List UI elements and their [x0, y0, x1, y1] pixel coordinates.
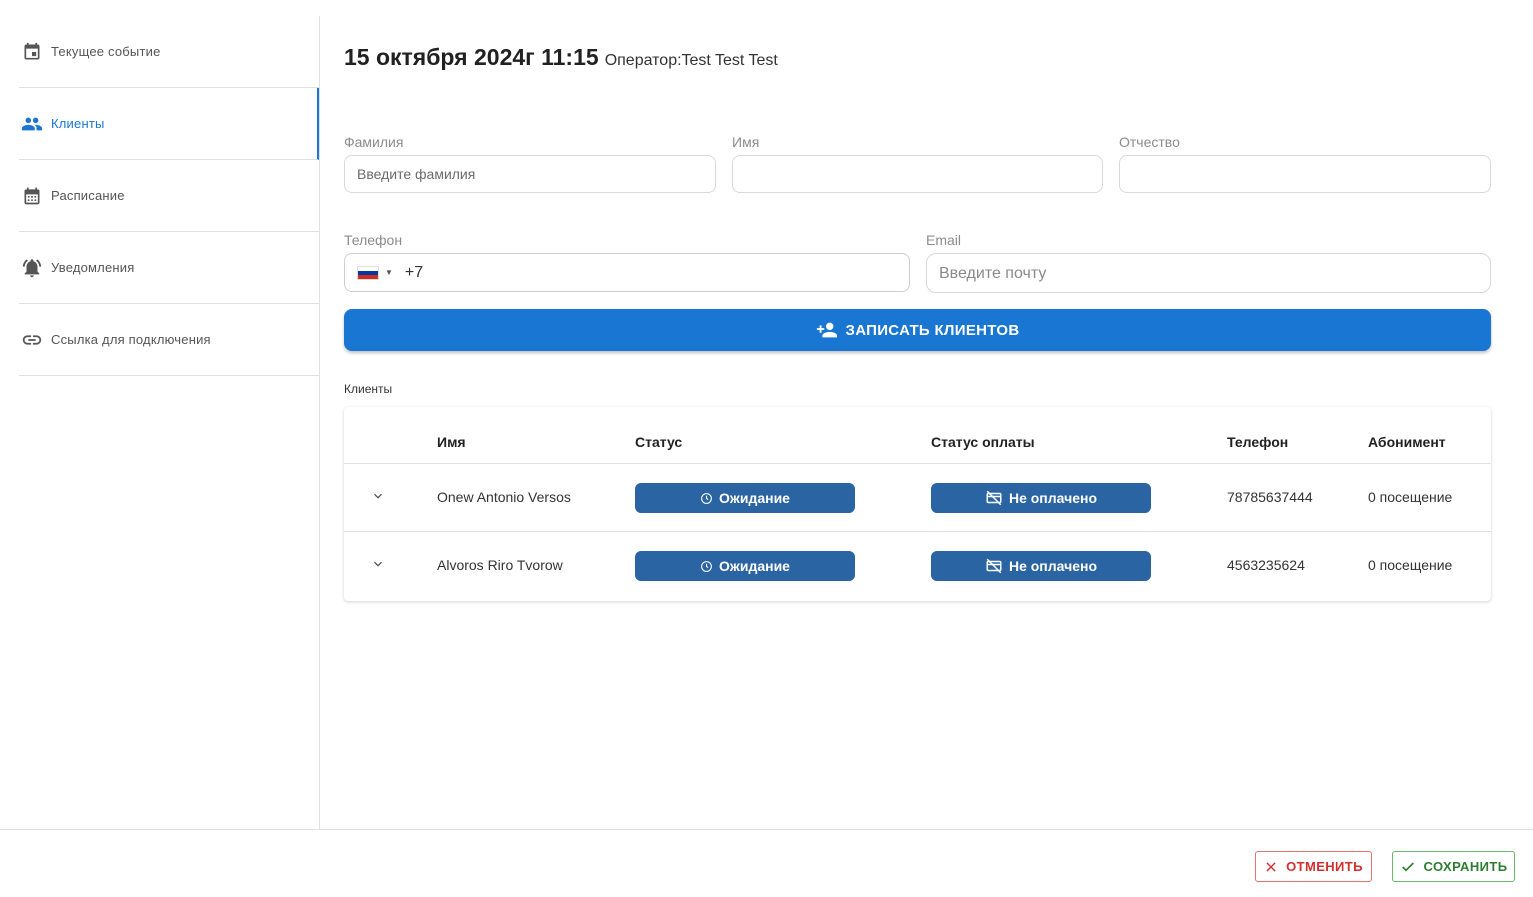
column-header-name: Имя — [437, 434, 466, 450]
client-name: Alvoros Riro Tvorow — [437, 557, 563, 573]
payment-status-badge[interactable]: Не оплачено — [931, 483, 1151, 513]
chevron-down-icon[interactable] — [368, 554, 388, 574]
sidebar-item-schedule[interactable]: Расписание — [19, 160, 319, 232]
sidebar-item-clients[interactable]: Клиенты — [19, 88, 319, 160]
column-header-status: Статус — [635, 434, 683, 450]
column-header-payment-status: Статус оплаты — [931, 434, 1035, 450]
sidebar-item-label: Текущее событие — [51, 44, 161, 59]
last-name-label: Фамилия — [344, 134, 404, 150]
cancel-button[interactable]: ОТМЕНИТЬ — [1255, 851, 1372, 882]
email-input[interactable] — [926, 253, 1491, 293]
save-label: СОХРАНИТЬ — [1423, 859, 1508, 874]
footer-bar: ОТМЕНИТЬ СОХРАНИТЬ — [0, 829, 1533, 897]
sidebar-item-label: Уведомления — [51, 260, 135, 275]
payment-status-label: Не оплачено — [1008, 490, 1098, 506]
register-clients-button[interactable]: ЗАПИСАТЬ КЛИЕНТОВ — [344, 309, 1491, 351]
middle-name-label: Отчество — [1119, 134, 1180, 150]
people-icon — [20, 112, 44, 136]
sidebar-item-current-event[interactable]: Текущее событие — [19, 16, 319, 88]
status-label: Ожидание — [719, 558, 790, 574]
chevron-down-icon[interactable] — [368, 486, 388, 506]
caret-down-icon[interactable]: ▼ — [385, 268, 393, 277]
sidebar: Текущее событие Клиенты Расписание Уведо… — [0, 16, 320, 829]
sidebar-item-label: Клиенты — [51, 116, 105, 131]
close-icon — [1264, 860, 1278, 874]
clock-icon — [700, 560, 713, 573]
event-datetime: 15 октября 2024г 11:15 — [344, 44, 599, 70]
client-subscription: 0 посещение — [1368, 489, 1453, 505]
link-icon — [20, 328, 44, 352]
save-button[interactable]: СОХРАНИТЬ — [1392, 851, 1515, 882]
client-name: Onew Antonio Versos — [437, 489, 571, 505]
phone-input[interactable]: ▼ +7 — [344, 253, 910, 292]
calendar-month-icon — [20, 184, 44, 208]
payment-status-badge[interactable]: Не оплачено — [931, 551, 1151, 581]
bell-alert-icon — [20, 256, 44, 280]
status-badge[interactable]: Ожидание — [635, 551, 855, 581]
payment-status-label: Не оплачено — [1008, 558, 1098, 574]
first-name-label: Имя — [732, 134, 760, 150]
sidebar-item-connection-link[interactable]: Ссылка для подключения — [19, 304, 319, 376]
cancel-label: ОТМЕНИТЬ — [1286, 859, 1363, 874]
column-header-subscription: Абонимент — [1368, 434, 1446, 450]
phone-label: Телефон — [344, 232, 403, 248]
payment-off-icon — [985, 557, 1003, 575]
sidebar-item-label: Расписание — [51, 188, 125, 203]
first-name-input[interactable] — [732, 155, 1103, 193]
clients-table: Имя Статус Статус оплаты Телефон Абониме… — [344, 407, 1491, 601]
client-phone: 4563235624 — [1227, 557, 1305, 573]
phone-value[interactable]: +7 — [405, 264, 423, 282]
last-name-input[interactable] — [344, 155, 716, 193]
check-icon — [1400, 859, 1416, 875]
clients-table-caption: Клиенты — [344, 382, 393, 396]
calendar-event-icon — [20, 40, 44, 64]
person-add-icon — [816, 319, 838, 341]
client-subscription: 0 посещение — [1368, 557, 1453, 573]
clock-icon — [700, 492, 713, 505]
sidebar-item-notifications[interactable]: Уведомления — [19, 232, 319, 304]
column-header-phone: Телефон — [1227, 434, 1289, 450]
table-row: Onew Antonio Versos Ожидание Не оплачено… — [344, 463, 1491, 531]
status-badge[interactable]: Ожидание — [635, 483, 855, 513]
russia-flag-icon[interactable] — [357, 265, 379, 280]
payment-off-icon — [985, 489, 1003, 507]
middle-name-input[interactable] — [1119, 155, 1491, 193]
sidebar-item-label: Ссылка для подключения — [51, 332, 211, 347]
page-header: 15 октября 2024г 11:15 Оператор:Test Tes… — [344, 44, 778, 71]
status-label: Ожидание — [719, 490, 790, 506]
operator-label: Оператор:Test Test Test — [604, 52, 778, 69]
register-clients-label: ЗАПИСАТЬ КЛИЕНТОВ — [845, 321, 1020, 339]
table-row: Alvoros Riro Tvorow Ожидание Не оплачено… — [344, 531, 1491, 599]
email-label: Email — [926, 232, 962, 248]
client-phone: 78785637444 — [1227, 489, 1313, 505]
